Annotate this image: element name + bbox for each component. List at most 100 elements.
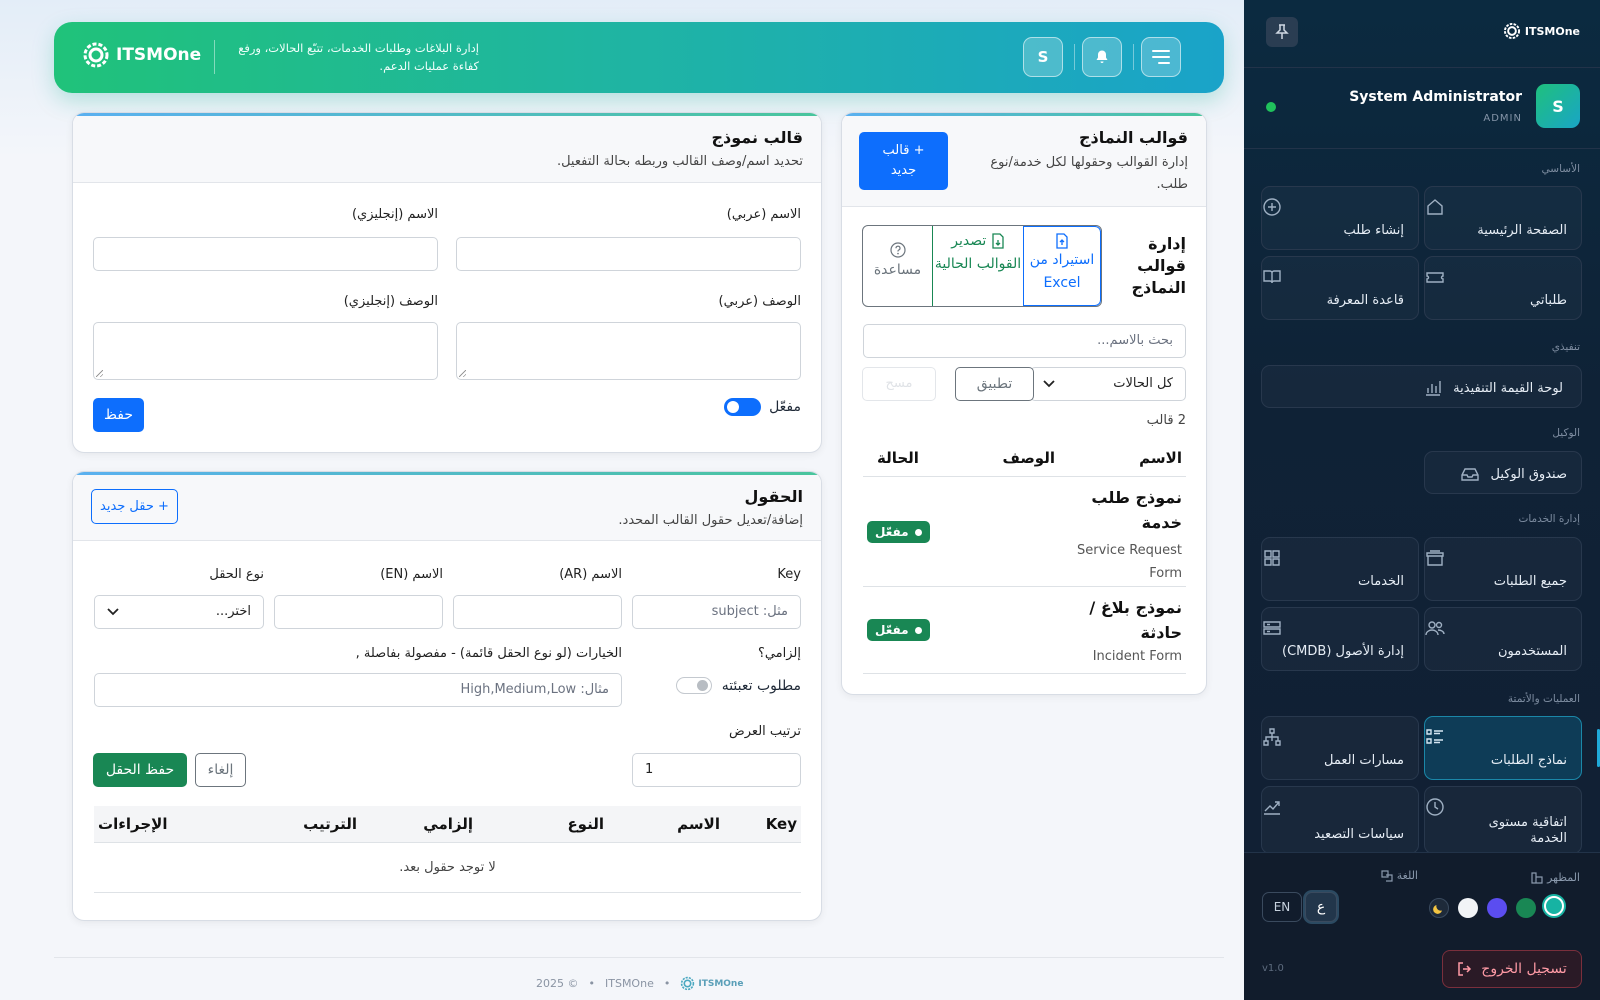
sidebar-item-all-requests[interactable]: جميع الطلبات [1424,537,1582,601]
theme-swatch-teal[interactable] [1544,896,1564,916]
user-name: System Administrator [1349,89,1522,105]
desc-en-label: الوصف (إنجليزي) [343,294,438,309]
save-field-button[interactable]: حفظ الحقل [93,753,187,787]
notifications-button[interactable] [1082,37,1122,77]
user-avatar[interactable]: S [1536,84,1580,128]
desc-en-textarea[interactable] [93,322,438,380]
save-template-button[interactable]: حفظ [93,398,144,432]
required-toggle[interactable] [675,677,712,694]
col-field-type: النوع [567,815,604,833]
templates-table-header: الاسم الوصف الحالة [863,441,1186,477]
footer-brand: ITSMOne [605,977,654,990]
theme-swatch-light[interactable] [1458,898,1478,918]
field-order-input[interactable]: 1 [632,753,801,787]
header-divider-3 [1133,44,1134,70]
enabled-toggle[interactable] [724,398,762,416]
field-name-ar-input[interactable] [453,595,622,629]
language-ar-button[interactable]: ع [1305,892,1337,922]
profile-avatar-button[interactable]: S [1023,37,1063,77]
name-ar-input[interactable] [456,237,801,271]
sidebar-item-label: الخدمات [1358,574,1404,589]
plus-circle-icon [1263,198,1281,216]
theme-swatch-green[interactable] [1516,898,1536,918]
sidebar-item-label: قاعدة المعرفة [1326,293,1404,308]
appearance-label-group: المظهر [1531,871,1580,884]
help-button[interactable]: مساعدة [863,226,932,306]
import-excel-button[interactable]: استيراد من Excel [1023,226,1101,306]
sidebar-item-agent-inbox[interactable]: صندوق الوكيل [1424,451,1582,494]
sidebar-item-label: إنشاء طلب [1343,223,1404,238]
cancel-field-button[interactable]: إلغاء [195,753,246,787]
language-label: اللغة [1396,869,1418,882]
file-export-icon [992,233,1004,249]
export-label: تصدير القوالب الحالية [934,233,1022,272]
sidebar-item-workflows[interactable]: مسارات العمل [1261,716,1419,780]
ticket-icon [1426,272,1444,283]
sidebar-item-label: لوحة القيمة التنفيذية [1453,380,1563,396]
sidebar-item-label: جميع الطلبات [1493,574,1567,589]
name-en-label: الاسم (إنجليزي) [351,207,438,222]
name-ar-label: الاسم (عربي) [726,207,801,222]
status-filter-select[interactable]: كل الحالات [1030,367,1186,401]
required-toggle-label: مطلوب تعبئته [721,677,801,694]
export-templates-button[interactable]: تصدير القوالب الحالية [932,226,1023,306]
field-key-input[interactable]: مثل: subject [632,595,801,629]
table-row[interactable]: نموذج طلب خدمة Service Request Form مفعّ… [863,477,1186,587]
pin-sidebar-button[interactable] [1266,17,1298,47]
status-text: مفعّل [875,525,909,539]
col-description: الوصف [1002,449,1055,467]
clear-filter-button[interactable]: مسح [862,367,936,401]
table-row[interactable]: نموذج بلاغ / حادثة Incident Form مفعّل [863,587,1186,674]
sidebar-item-label: نماذج الطلبات [1490,753,1567,768]
options-label: الخيارات (لو نوع الحقل قائمة) - مفصولة ب… [355,646,622,661]
pin-icon [1275,24,1289,39]
name-en-input[interactable] [93,237,438,271]
required-toggle-group: مطلوب تعبئته [675,677,801,694]
language-en-button[interactable]: EN [1262,892,1302,922]
sidebar-item-services[interactable]: الخدمات [1261,537,1419,601]
theme-swatch-purple[interactable] [1487,898,1507,918]
fields-title: الحقول [744,487,803,506]
sidebar-item-escalation[interactable]: سياسات التصعيد [1261,786,1419,854]
hamburger-icon [1152,50,1170,64]
sidebar-item-sla[interactable]: اتفاقية مستوى الخدمة [1424,786,1582,854]
header-divider-2 [1074,44,1075,70]
new-template-button[interactable]: + قالب جديد [859,132,948,190]
sidebar-item-my-requests[interactable]: طلباتي [1424,256,1582,320]
field-name-ar-label: الاسم (AR) [559,567,622,582]
users-icon [1425,621,1445,636]
required-label: إلزامي؟ [757,646,801,661]
footer-logo: ITSMOne [680,976,743,991]
theme-swatch-dark[interactable] [1429,898,1449,918]
template-name-en: Service Request Form [1077,543,1182,581]
apply-filter-button[interactable]: تطبيق [955,367,1034,401]
section-exec: تنفيذي [1551,341,1580,353]
field-options-input[interactable]: مثال: High,Medium,Low [94,673,622,707]
sidebar-item-home[interactable]: الصفحة الرئيسية [1424,186,1582,250]
logout-label: تسجيل الخروج [1481,961,1567,977]
sidebar-item-users[interactable]: المستخدمون [1424,607,1582,671]
fields-empty-message: لا توجد حقول بعد. [94,843,801,893]
app-version: v1.0 [1262,963,1284,974]
user-role: ADMIN [1483,113,1522,124]
new-field-button[interactable]: + حقل جديد [91,489,178,524]
field-name-en-input[interactable] [274,595,443,629]
key-label: Key [777,567,801,582]
workflow-icon [1263,728,1281,746]
field-type-select[interactable]: اختر... [94,595,264,629]
status-badge: مفعّل [867,521,930,543]
top-header: ITSMOne إدارة البلاغات وطلبات الخدمات، ت… [54,22,1224,93]
footer-separator: • [588,977,596,990]
sidebar-item-knowledge-base[interactable]: قاعدة المعرفة [1261,256,1419,320]
help-label: مساعدة [873,262,922,278]
menu-toggle-button[interactable] [1141,37,1181,77]
sidebar-item-request-forms[interactable]: نماذج الطلبات [1424,716,1582,780]
desc-ar-textarea[interactable] [456,322,801,380]
logout-button[interactable]: تسجيل الخروج [1442,950,1582,988]
template-search-input[interactable]: بحث بالاسم... [863,324,1186,358]
sidebar-item-create-request[interactable]: إنشاء طلب [1261,186,1419,250]
sidebar-item-exec-dashboard[interactable]: لوحة القيمة التنفيذية [1261,365,1582,408]
sidebar-item-cmdb[interactable]: إدارة الأصول (CMDB) [1261,607,1419,671]
language-label-group: اللغة [1381,869,1418,882]
logo-gear-icon [681,976,695,991]
